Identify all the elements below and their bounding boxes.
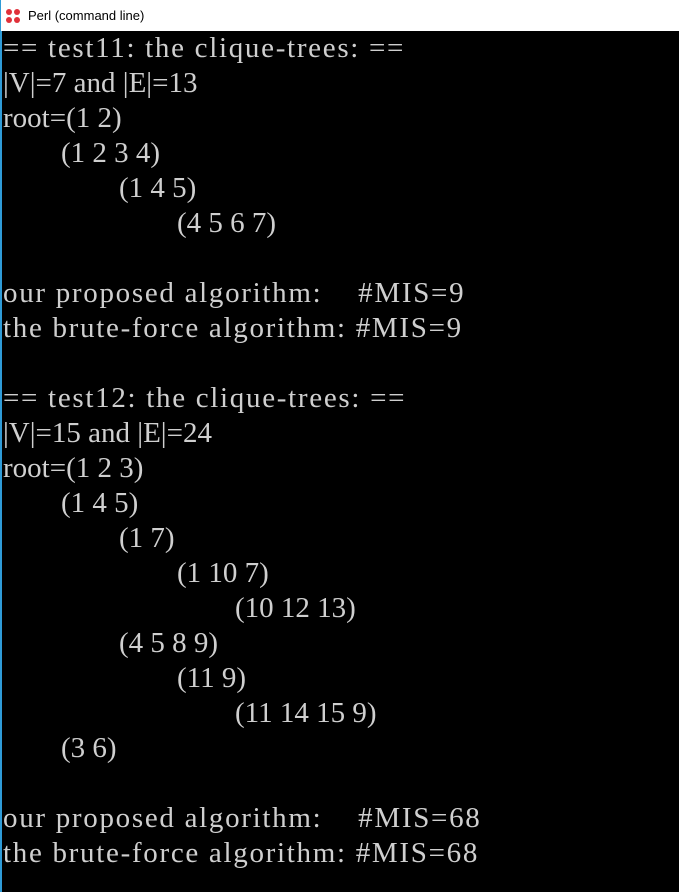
- console-line: root=(1 2 3): [3, 452, 144, 484]
- console-line: root=(1 2): [3, 102, 122, 134]
- console-window: Perl (command line) == test11: the cliqu…: [0, 0, 679, 892]
- console-line: |V|=15 and |E|=24: [3, 417, 212, 449]
- console-line: (4 5 6 7): [3, 207, 277, 239]
- console-line: |V|=7 and |E|=13: [3, 67, 198, 99]
- console-line: the brute-force algorithm: #MIS=9: [3, 312, 463, 344]
- perl-icon[interactable]: [6, 8, 20, 23]
- window-title: Perl (command line): [28, 8, 145, 23]
- console-line: (10 12 13): [3, 592, 356, 624]
- console-line: == test11: the clique-trees: ==: [3, 32, 406, 64]
- console-line: (3 6): [3, 732, 117, 764]
- console-line: (1 10 7): [3, 557, 269, 589]
- console-line: (1 4 5): [3, 487, 139, 519]
- title-bar[interactable]: Perl (command line): [1, 0, 679, 31]
- window-border: [1, 31, 2, 892]
- console-line: (1 2 3 4): [3, 137, 161, 169]
- console-output[interactable]: == test11: the clique-trees: == |V|=7 an…: [3, 31, 679, 892]
- console-line: our proposed algorithm: #MIS=68: [3, 802, 482, 834]
- console-line: (4 5 8 9): [3, 627, 219, 659]
- console-line: == test12: the clique-trees: ==: [3, 382, 407, 414]
- console-line: (1 4 5): [3, 172, 197, 204]
- console-line: (1 7): [3, 522, 175, 554]
- console-line: (11 9): [3, 662, 246, 694]
- console-line: our proposed algorithm: #MIS=9: [3, 277, 466, 309]
- console-line: the brute-force algorithm: #MIS=68: [3, 837, 480, 869]
- console-line: (11 14 15 9): [3, 697, 377, 729]
